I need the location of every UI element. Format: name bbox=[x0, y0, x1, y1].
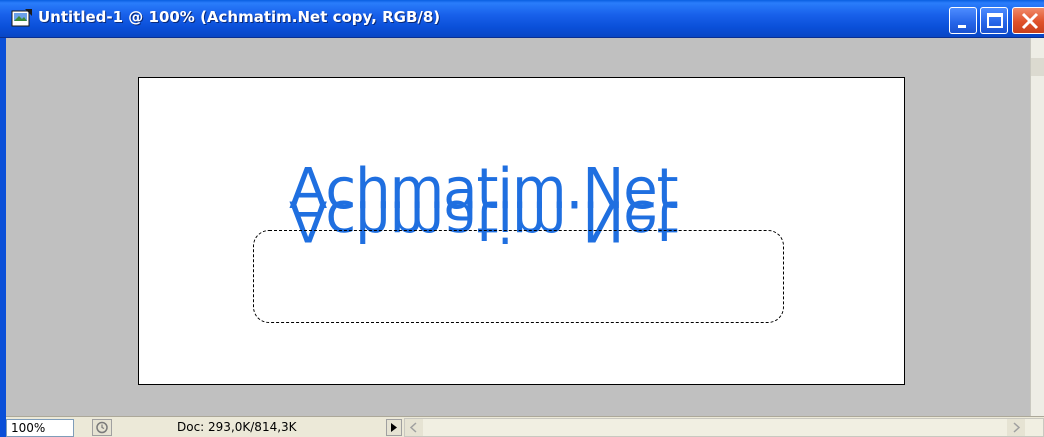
horizontal-scrollbar[interactable] bbox=[404, 418, 1044, 437]
document-size-info: Doc: 293,0K/814,3K bbox=[177, 420, 297, 434]
vertical-scrollbar[interactable] bbox=[1030, 38, 1044, 416]
scroll-right-arrow-icon[interactable] bbox=[1007, 419, 1025, 436]
status-menu-button[interactable] bbox=[386, 419, 402, 436]
scroll-up-arrow-icon[interactable] bbox=[1031, 58, 1044, 76]
status-bar: 100% Doc: 293,0K/814,3K bbox=[6, 416, 1044, 437]
status-options-button[interactable] bbox=[92, 419, 112, 436]
marquee-selection[interactable] bbox=[253, 230, 784, 323]
triangle-right-icon bbox=[391, 423, 397, 432]
status-clock-icon bbox=[96, 421, 108, 434]
zoom-field[interactable]: 100% bbox=[6, 419, 74, 437]
canvas-content: Achmatim.Net Achmatim.Net bbox=[0, 0, 1044, 437]
scroll-left-arrow-icon[interactable] bbox=[405, 419, 423, 436]
